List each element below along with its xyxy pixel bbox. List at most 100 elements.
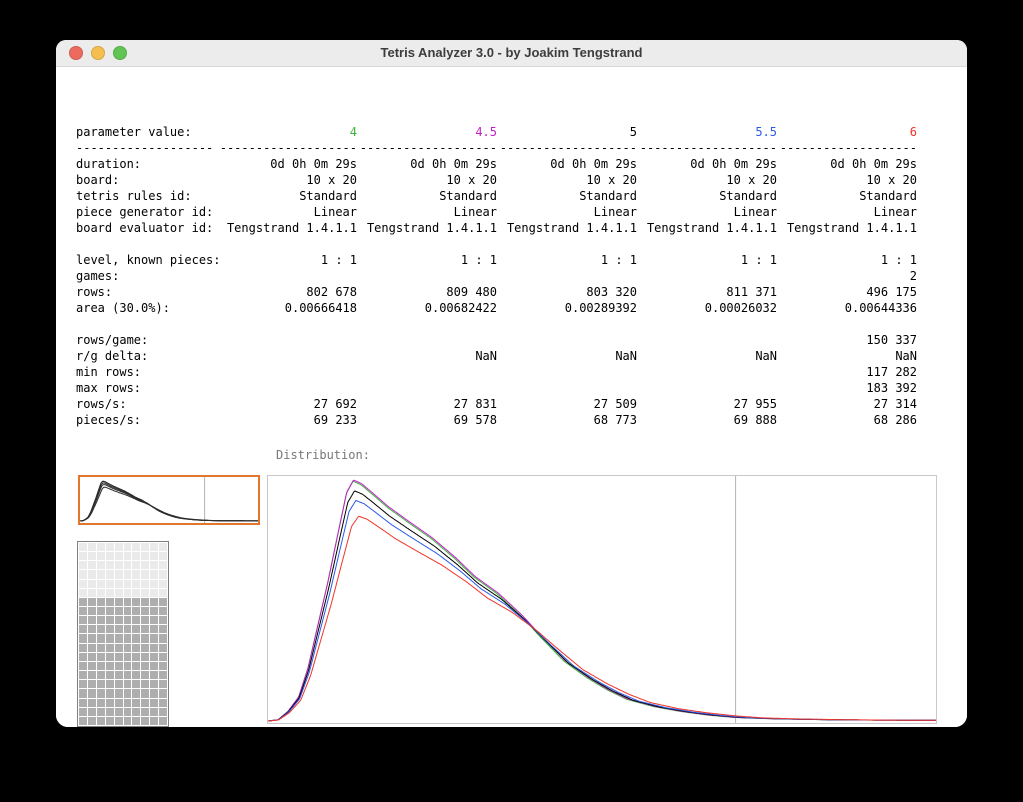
stats-table: parameter value:44.555.56---------------… — [76, 124, 917, 428]
board-cell-filled — [150, 662, 158, 670]
board-cell-filled — [79, 680, 87, 688]
table-cell: Tengstrand 1.4.1.1 — [637, 220, 777, 236]
table-cell: NaN — [637, 348, 777, 364]
table-cell: 4 — [217, 124, 357, 140]
table-cell: 69 888 — [637, 412, 777, 428]
board-cell-filled — [88, 607, 96, 615]
distribution-thumbnail-plot — [80, 477, 258, 523]
board-cell-filled — [150, 699, 158, 707]
board-cell-filled — [79, 699, 87, 707]
board-cell-filled — [115, 653, 123, 661]
board-cell-filled — [132, 699, 140, 707]
table-cell: 0.00289392 — [497, 300, 637, 316]
table-cell: 10 x 20 — [357, 172, 497, 188]
board-cell-empty — [141, 589, 149, 597]
board-cell-filled — [79, 625, 87, 633]
table-cell: ------------------- — [497, 140, 637, 156]
board-cell-filled — [79, 607, 87, 615]
distribution-thumbnail[interactable] — [78, 475, 260, 525]
board-cell-filled — [124, 598, 132, 606]
board-cell-empty — [115, 580, 123, 588]
board-cell-filled — [88, 708, 96, 716]
board-cell-filled — [115, 607, 123, 615]
distribution-curve-6 — [268, 516, 936, 721]
table-cell — [497, 364, 637, 380]
table-cell: 10 x 20 — [637, 172, 777, 188]
row-label: area (30.0%): — [76, 300, 217, 316]
distribution-label: Distribution: — [276, 447, 370, 463]
board-cell-filled — [106, 644, 114, 652]
board-cell-filled — [159, 598, 167, 606]
board-cell-filled — [141, 699, 149, 707]
table-row: games:2 — [76, 268, 917, 284]
board-cell-filled — [106, 625, 114, 633]
table-cell — [637, 380, 777, 396]
board-cell-filled — [115, 662, 123, 670]
table-cell: 1 : 1 — [497, 252, 637, 268]
table-cell: 1 : 1 — [217, 252, 357, 268]
board-cell-filled — [88, 671, 96, 679]
table-cell — [357, 268, 497, 284]
table-cell: 4.5 — [357, 124, 497, 140]
board-cell-filled — [106, 598, 114, 606]
board-cell-filled — [79, 616, 87, 624]
table-row: max rows:183 392 — [76, 380, 917, 396]
board-cell-filled — [97, 634, 105, 642]
table-cell: 811 371 — [637, 284, 777, 300]
board-cell-empty — [88, 552, 96, 560]
board-cell-filled — [106, 699, 114, 707]
board-cell-filled — [106, 689, 114, 697]
zoom-button[interactable] — [113, 46, 127, 60]
board-cell-filled — [97, 689, 105, 697]
board-cell-empty — [150, 580, 158, 588]
board-cell-empty — [159, 580, 167, 588]
close-button[interactable] — [69, 46, 83, 60]
table-row: ----------------------------------------… — [76, 140, 917, 156]
board-cell-filled — [97, 662, 105, 670]
board-cell-filled — [115, 671, 123, 679]
table-cell: 0d 0h 0m 29s — [637, 156, 777, 172]
table-cell — [357, 332, 497, 348]
row-label: r/g delta: — [76, 348, 217, 364]
table-cell — [217, 332, 357, 348]
table-cell: 27 692 — [217, 396, 357, 412]
board-cell-filled — [97, 699, 105, 707]
board-cell-filled — [150, 689, 158, 697]
table-cell: Linear — [777, 204, 917, 220]
board-cell-filled — [88, 680, 96, 688]
minimize-button[interactable] — [91, 46, 105, 60]
board-cell-empty — [132, 589, 140, 597]
board-cell-empty — [124, 543, 132, 551]
board-cell-empty — [106, 561, 114, 569]
board-cell-filled — [124, 625, 132, 633]
table-cell: Linear — [217, 204, 357, 220]
board-cell-empty — [132, 552, 140, 560]
board-cell-filled — [88, 699, 96, 707]
board-cell-filled — [159, 634, 167, 642]
board-cell-empty — [132, 570, 140, 578]
board-cell-filled — [79, 717, 87, 725]
board-cell-filled — [88, 717, 96, 725]
board-cell-filled — [79, 689, 87, 697]
board-cell-filled — [132, 644, 140, 652]
board-cell-filled — [159, 616, 167, 624]
table-cell: 69 233 — [217, 412, 357, 428]
board-cell-filled — [97, 671, 105, 679]
board-cell-filled — [88, 616, 96, 624]
table-cell — [637, 332, 777, 348]
board-cell-filled — [150, 607, 158, 615]
board-cell-filled — [115, 625, 123, 633]
table-cell: Standard — [217, 188, 357, 204]
board-cell-empty — [141, 543, 149, 551]
board-cell-empty — [106, 543, 114, 551]
board-cell-empty — [79, 589, 87, 597]
title-bar[interactable]: Tetris Analyzer 3.0 - by Joakim Tengstra… — [56, 40, 967, 67]
board-cell-empty — [97, 552, 105, 560]
table-cell: 0.00666418 — [217, 300, 357, 316]
table-cell: 0.00026032 — [637, 300, 777, 316]
board-cell-filled — [79, 598, 87, 606]
table-cell: 1 : 1 — [357, 252, 497, 268]
table-cell: 803 320 — [497, 284, 637, 300]
board-cell-filled — [159, 625, 167, 633]
table-row: min rows:117 282 — [76, 364, 917, 380]
